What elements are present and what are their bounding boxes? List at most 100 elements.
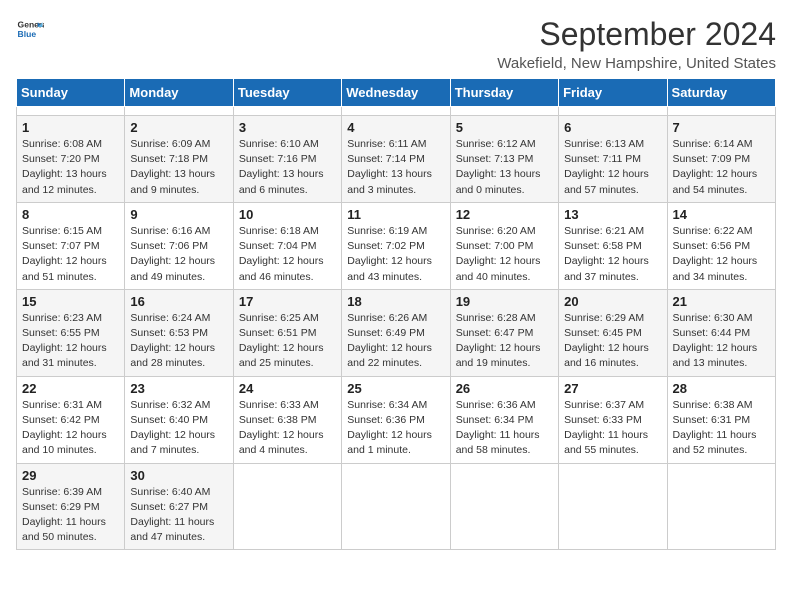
day-number: 28 [673, 381, 770, 396]
svg-text:Blue: Blue [18, 29, 37, 39]
table-row [342, 107, 450, 116]
day-number: 1 [22, 120, 119, 135]
col-wednesday: Wednesday [342, 79, 450, 107]
calendar-week-row: 22Sunrise: 6:31 AMSunset: 6:42 PMDayligh… [17, 376, 776, 463]
table-row: 12 Sunrise: 6:20 AMSunset: 7:00 PMDayligh… [450, 202, 558, 289]
day-number: 22 [22, 381, 119, 396]
day-info: Sunrise: 6:13 AMSunset: 7:11 PMDaylight:… [564, 137, 661, 198]
day-info: Sunrise: 6:20 AMSunset: 7:00 PMDaylight:… [456, 224, 553, 285]
table-row: 20 Sunrise: 6:29 AMSunset: 6:45 PMDayligh… [559, 289, 667, 376]
day-info: Sunrise: 6:11 AMSunset: 7:14 PMDaylight:… [347, 137, 444, 198]
day-info: Sunrise: 6:12 AMSunset: 7:13 PMDaylight:… [456, 137, 553, 198]
table-row: 24 Sunrise: 6:33 AMSunset: 6:38 PMDayligh… [233, 376, 341, 463]
day-info: Sunrise: 6:23 AMSunset: 6:55 PMDaylight:… [22, 311, 119, 372]
header-row: Sunday Monday Tuesday Wednesday Thursday… [17, 79, 776, 107]
calendar-week-row: 1 Sunrise: 6:08 AMSunset: 7:20 PMDaylight… [17, 116, 776, 203]
col-tuesday: Tuesday [233, 79, 341, 107]
day-info: Sunrise: 6:19 AMSunset: 7:02 PMDaylight:… [347, 224, 444, 285]
day-number: 12 [456, 207, 553, 222]
logo-icon: General Blue [16, 16, 44, 44]
table-row: 25Sunrise: 6:34 AMSunset: 6:36 PMDayligh… [342, 376, 450, 463]
day-info: Sunrise: 6:16 AMSunset: 7:06 PMDaylight:… [130, 224, 227, 285]
table-row [233, 463, 341, 550]
table-row: 5 Sunrise: 6:12 AMSunset: 7:13 PMDaylight… [450, 116, 558, 203]
day-info: Sunrise: 6:08 AMSunset: 7:20 PMDaylight:… [22, 137, 119, 198]
day-number: 5 [456, 120, 553, 135]
table-row: 7Sunrise: 6:14 AMSunset: 7:09 PMDaylight… [667, 116, 775, 203]
day-info: Sunrise: 6:26 AMSunset: 6:49 PMDaylight:… [347, 311, 444, 372]
day-number: 14 [673, 207, 770, 222]
day-info: Sunrise: 6:37 AMSunset: 6:33 PMDaylight:… [564, 398, 661, 459]
table-row [342, 463, 450, 550]
day-number: 30 [130, 468, 227, 483]
day-number: 11 [347, 207, 444, 222]
day-info: Sunrise: 6:25 AMSunset: 6:51 PMDaylight:… [239, 311, 336, 372]
calendar-week-row: 15 Sunrise: 6:23 AMSunset: 6:55 PMDayligh… [17, 289, 776, 376]
table-row: 1 Sunrise: 6:08 AMSunset: 7:20 PMDaylight… [17, 116, 125, 203]
table-row: 18 Sunrise: 6:26 AMSunset: 6:49 PMDayligh… [342, 289, 450, 376]
calendar-week-row: 29Sunrise: 6:39 AMSunset: 6:29 PMDayligh… [17, 463, 776, 550]
page-header: General Blue September 2024 Wakefield, N… [16, 16, 776, 72]
day-number: 3 [239, 120, 336, 135]
day-number: 26 [456, 381, 553, 396]
table-row: 29Sunrise: 6:39 AMSunset: 6:29 PMDayligh… [17, 463, 125, 550]
day-number: 18 [347, 294, 444, 309]
table-row: 6Sunrise: 6:13 AMSunset: 7:11 PMDaylight… [559, 116, 667, 203]
table-row: 27 Sunrise: 6:37 AMSunset: 6:33 PMDayligh… [559, 376, 667, 463]
day-info: Sunrise: 6:15 AMSunset: 7:07 PMDaylight:… [22, 224, 119, 285]
col-monday: Monday [125, 79, 233, 107]
month-title: September 2024 [497, 16, 776, 53]
table-row: 10Sunrise: 6:18 AMSunset: 7:04 PMDayligh… [233, 202, 341, 289]
day-number: 20 [564, 294, 661, 309]
title-area: September 2024 Wakefield, New Hampshire,… [497, 16, 776, 72]
table-row: 30 Sunrise: 6:40 AMSunset: 6:27 PMDayligh… [125, 463, 233, 550]
table-row: 23 Sunrise: 6:32 AMSunset: 6:40 PMDayligh… [125, 376, 233, 463]
calendar-table: Sunday Monday Tuesday Wednesday Thursday… [16, 78, 776, 550]
table-row [450, 463, 558, 550]
day-number: 21 [673, 294, 770, 309]
day-number: 19 [456, 294, 553, 309]
table-row: 28Sunrise: 6:38 AMSunset: 6:31 PMDayligh… [667, 376, 775, 463]
day-number: 24 [239, 381, 336, 396]
day-info: Sunrise: 6:22 AMSunset: 6:56 PMDaylight:… [673, 224, 770, 285]
day-info: Sunrise: 6:36 AMSunset: 6:34 PMDaylight:… [456, 398, 553, 459]
table-row: 9Sunrise: 6:16 AMSunset: 7:06 PMDaylight… [125, 202, 233, 289]
table-row: 19 Sunrise: 6:28 AMSunset: 6:47 PMDayligh… [450, 289, 558, 376]
day-number: 17 [239, 294, 336, 309]
day-number: 29 [22, 468, 119, 483]
location: Wakefield, New Hampshire, United States [497, 55, 776, 72]
table-row: 13 Sunrise: 6:21 AMSunset: 6:58 PMDayligh… [559, 202, 667, 289]
table-row: 16 Sunrise: 6:24 AMSunset: 6:53 PMDayligh… [125, 289, 233, 376]
day-number: 15 [22, 294, 119, 309]
day-number: 27 [564, 381, 661, 396]
table-row [17, 107, 125, 116]
day-info: Sunrise: 6:30 AMSunset: 6:44 PMDaylight:… [673, 311, 770, 372]
day-number: 13 [564, 207, 661, 222]
table-row: 4Sunrise: 6:11 AMSunset: 7:14 PMDaylight… [342, 116, 450, 203]
table-row [559, 463, 667, 550]
day-info: Sunrise: 6:33 AMSunset: 6:38 PMDaylight:… [239, 398, 336, 459]
col-thursday: Thursday [450, 79, 558, 107]
day-number: 2 [130, 120, 227, 135]
table-row [667, 107, 775, 116]
col-sunday: Sunday [17, 79, 125, 107]
table-row: 21 Sunrise: 6:30 AMSunset: 6:44 PMDayligh… [667, 289, 775, 376]
day-info: Sunrise: 6:09 AMSunset: 7:18 PMDaylight:… [130, 137, 227, 198]
day-info: Sunrise: 6:10 AMSunset: 7:16 PMDaylight:… [239, 137, 336, 198]
day-info: Sunrise: 6:40 AMSunset: 6:27 PMDaylight:… [130, 485, 227, 546]
day-number: 16 [130, 294, 227, 309]
day-info: Sunrise: 6:28 AMSunset: 6:47 PMDaylight:… [456, 311, 553, 372]
calendar-week-row: 8Sunrise: 6:15 AMSunset: 7:07 PMDaylight… [17, 202, 776, 289]
day-info: Sunrise: 6:21 AMSunset: 6:58 PMDaylight:… [564, 224, 661, 285]
day-info: Sunrise: 6:32 AMSunset: 6:40 PMDaylight:… [130, 398, 227, 459]
col-friday: Friday [559, 79, 667, 107]
table-row: 3 Sunrise: 6:10 AMSunset: 7:16 PMDaylight… [233, 116, 341, 203]
table-row: 14 Sunrise: 6:22 AMSunset: 6:56 PMDayligh… [667, 202, 775, 289]
table-row [450, 107, 558, 116]
day-info: Sunrise: 6:24 AMSunset: 6:53 PMDaylight:… [130, 311, 227, 372]
day-number: 25 [347, 381, 444, 396]
day-number: 23 [130, 381, 227, 396]
table-row: 17 Sunrise: 6:25 AMSunset: 6:51 PMDayligh… [233, 289, 341, 376]
day-info: Sunrise: 6:18 AMSunset: 7:04 PMDaylight:… [239, 224, 336, 285]
day-info: Sunrise: 6:29 AMSunset: 6:45 PMDaylight:… [564, 311, 661, 372]
